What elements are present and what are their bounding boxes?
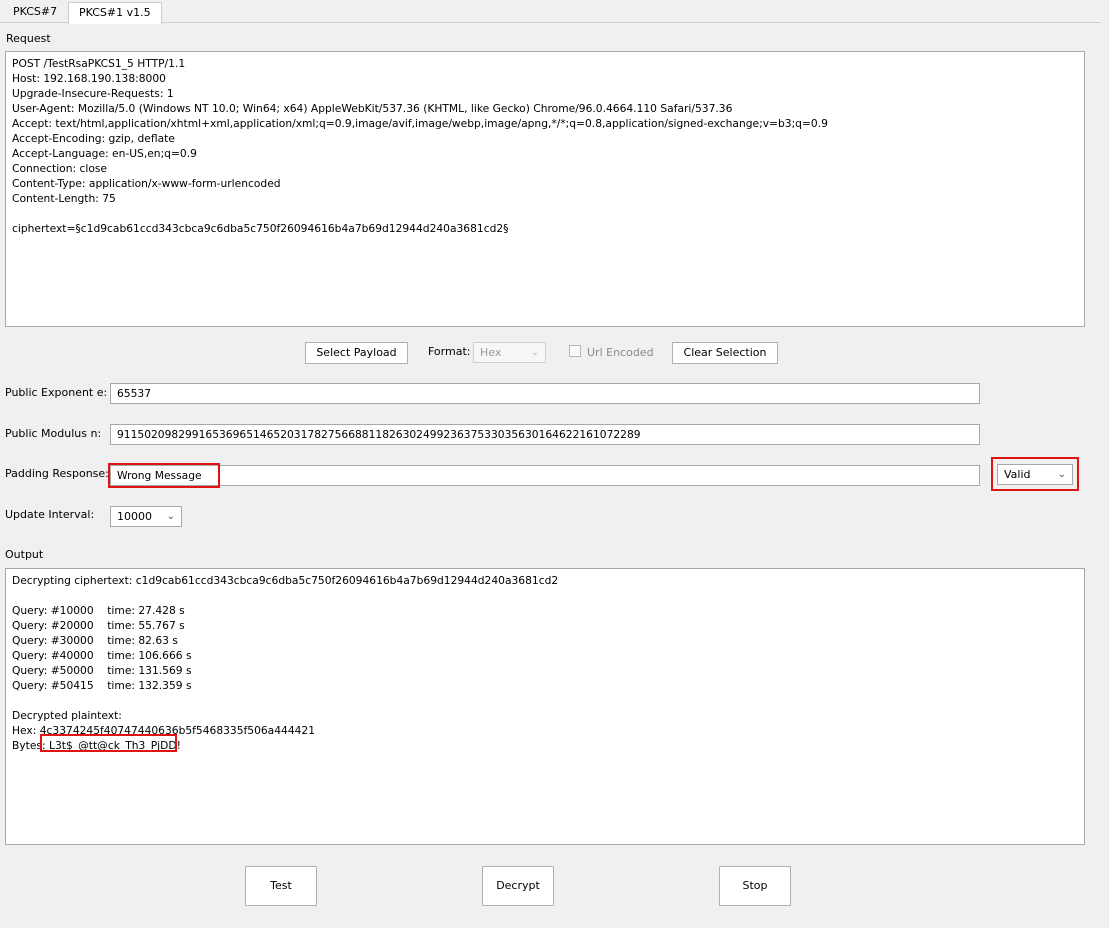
decrypt-button[interactable]: Decrypt [482, 866, 554, 906]
chevron-down-icon: ⌄ [530, 347, 539, 358]
tab-strip-divider [0, 22, 1101, 23]
public-modulus-label: Public Modulus n: [5, 427, 102, 440]
format-label: Format: [428, 345, 471, 358]
plaintext-bytes-highlight [40, 734, 177, 752]
select-payload-button[interactable]: Select Payload [305, 342, 408, 364]
update-interval-select[interactable]: 10000 ⌄ [110, 506, 182, 527]
padding-response-label: Padding Response: [5, 467, 109, 480]
padding-type-highlight [991, 457, 1079, 491]
public-exponent-input[interactable]: 65537 [110, 383, 980, 404]
chevron-down-icon: ⌄ [166, 511, 175, 522]
test-button[interactable]: Test [245, 866, 317, 906]
stop-button[interactable]: Stop [719, 866, 791, 906]
update-interval-label: Update Interval: [5, 508, 95, 521]
request-editor[interactable]: POST /TestRsaPKCS1_5 HTTP/1.1 Host: 192.… [5, 51, 1085, 327]
tab-pkcs7[interactable]: PKCS#7 [3, 2, 67, 22]
url-encoded-checkbox[interactable] [569, 345, 581, 357]
output-console[interactable]: Decrypting ciphertext: c1d9cab61ccd343cb… [5, 568, 1085, 845]
padding-response-input[interactable]: Wrong Message [110, 465, 980, 486]
request-section-label: Request [6, 32, 51, 45]
output-section-label: Output [5, 548, 44, 561]
tab-pkcs1-v15[interactable]: PKCS#1 v1.5 [68, 2, 162, 24]
padding-response-highlight [108, 463, 220, 488]
output-log-text: Decrypting ciphertext: c1d9cab61ccd343cb… [12, 574, 559, 752]
format-select-value: Hex [480, 346, 502, 359]
url-encoded-label: Url Encoded [587, 346, 654, 359]
clear-selection-button[interactable]: Clear Selection [672, 342, 778, 364]
public-exponent-label: Public Exponent e: [5, 386, 108, 399]
update-interval-value: 10000 [117, 510, 152, 523]
format-select[interactable]: Hex ⌄ [473, 342, 546, 363]
public-modulus-input[interactable]: 9115020982991653696514652031782756688118… [110, 424, 980, 445]
